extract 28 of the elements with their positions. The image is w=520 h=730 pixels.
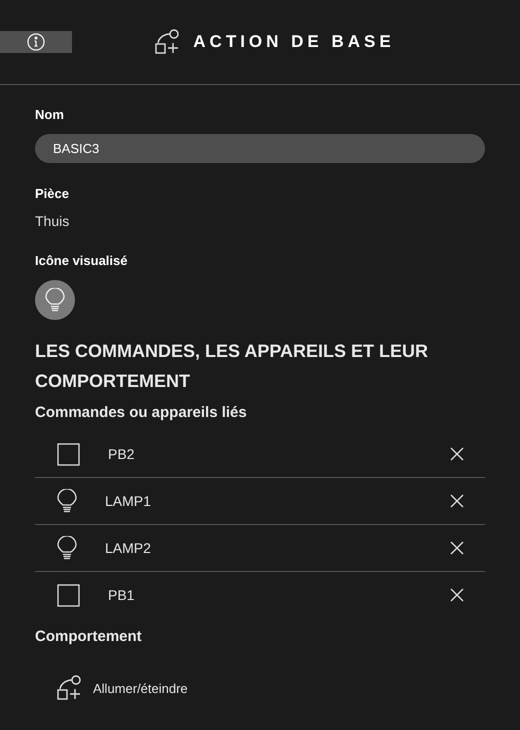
lightbulb-icon [57, 489, 77, 513]
lightbulb-icon [45, 288, 65, 312]
subsection-title: Comportement [35, 628, 143, 645]
room-value: Thuis [35, 213, 70, 229]
item-name: LAMP2 [105, 540, 152, 556]
close-button[interactable] [449, 587, 465, 603]
icon-selector[interactable] [35, 280, 75, 320]
info-icon [27, 33, 45, 51]
info-button[interactable] [0, 31, 72, 53]
field-label: Pièce [35, 186, 70, 201]
square-icon [57, 584, 80, 606]
behaviour-label: Allumer/éteindre [93, 680, 188, 696]
section-title: LES COMMANDES, LES APPAREILS ET LEUR COMPORTEMENT [35, 340, 430, 393]
field-label: Icône visualisé [35, 253, 128, 268]
close-button[interactable] [449, 540, 465, 556]
close-button[interactable] [449, 493, 465, 509]
item-name: LAMP1 [105, 493, 152, 509]
shapes-icon [57, 675, 83, 701]
item-name: PB1 [108, 587, 136, 603]
shapes-icon [155, 29, 182, 55]
lightbulb-icon [57, 536, 77, 560]
page-title: ACTION DE BASE [193, 32, 395, 52]
close-button[interactable] [449, 446, 465, 462]
item-name: PB2 [108, 446, 136, 462]
field-label: Nom [35, 107, 65, 122]
name-field[interactable]: BASIC3 [35, 134, 485, 163]
square-icon [57, 442, 80, 466]
subsection-title: Commandes ou appareils liés [35, 404, 248, 421]
